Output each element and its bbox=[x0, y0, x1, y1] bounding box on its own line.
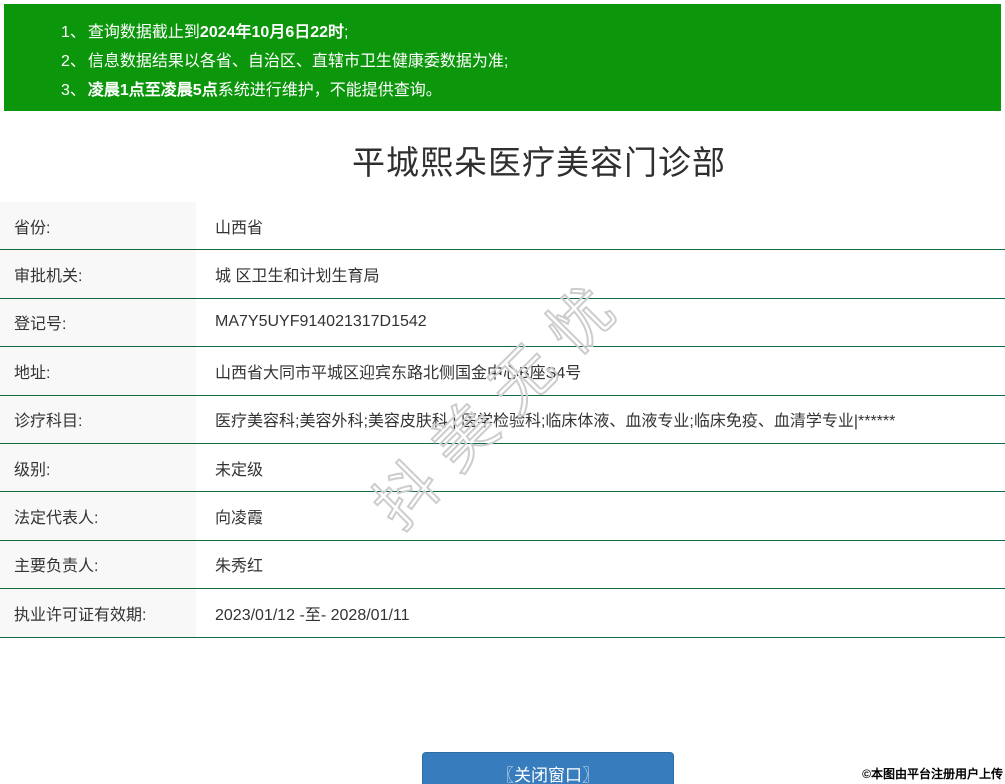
row-value: 医疗美容科;美容外科;美容皮肤科 | 医学检验科;临床体液、血液专业;临床免疫、… bbox=[196, 395, 1005, 443]
row-value: 向凌霞 bbox=[196, 492, 1005, 540]
row-label: 登记号: bbox=[0, 298, 196, 347]
notice-text: 系统进行维护，不能提供查询。 bbox=[217, 82, 442, 99]
close-window-button[interactable]: 〖关闭窗口〗 bbox=[422, 752, 674, 784]
row-label: 法定代表人: bbox=[0, 492, 196, 540]
notice-text: ; bbox=[344, 24, 349, 41]
notice-text: 查询数据截止到 bbox=[87, 24, 200, 41]
notice-text: 凌晨1点至凌晨5点 bbox=[87, 82, 218, 99]
row-label: 审批机关: bbox=[0, 250, 196, 298]
license-query-page: 1、 查询数据截止到2024年10月6日22时; 2、 信息数据结果以各省、自治区、直… bbox=[0, 0, 1005, 784]
row-label: 地址: bbox=[0, 347, 196, 395]
notice-list: 1、 查询数据截止到2024年10月6日22时; 2、 信息数据结果以各省、自治区、直… bbox=[61, 18, 991, 105]
row-value: 山西省大同市平城区迎宾东路北侧国金中心B座S4号 bbox=[196, 347, 1005, 395]
notice-item: 1、 查询数据截止到2024年10月6日22时; bbox=[61, 18, 991, 47]
row-label: 级别: bbox=[0, 443, 196, 492]
notice-number: 1、 bbox=[61, 24, 86, 41]
table-row: 登记号: MA7Y5UYF914021317D1542 bbox=[0, 298, 1005, 348]
notice-number: 2、 bbox=[61, 53, 86, 70]
row-label: 诊疗科目: bbox=[0, 395, 196, 443]
notice-number: 3、 bbox=[61, 82, 86, 99]
row-value: 朱秀红 bbox=[196, 540, 1005, 589]
table-row: 级别: 未定级 bbox=[0, 443, 1005, 493]
row-value: 城 区卫生和计划生育局 bbox=[196, 250, 1005, 298]
notice-text: 2024年10月6日22时 bbox=[199, 24, 345, 41]
table-row: 执业许可证有效期: 2023/01/12 -至- 2028/01/11 bbox=[0, 589, 1005, 638]
notice-item: 3、 凌晨1点至凌晨5点系统进行维护，不能提供查询。 bbox=[61, 76, 991, 105]
table-row: 省份: 山西省 bbox=[0, 202, 1005, 251]
row-label: 省份: bbox=[0, 202, 196, 250]
row-label: 主要负责人: bbox=[0, 540, 196, 589]
license-info-table: 省份: 山西省 审批机关: 城 区卫生和计划生育局 登记号: MA7Y5UYF914021… bbox=[0, 202, 1005, 638]
copyright-note: ©本图由平台注册用户上传 bbox=[862, 767, 1003, 781]
row-value: 山西省 bbox=[196, 202, 1005, 250]
table-row: 主要负责人: 朱秀红 bbox=[0, 540, 1005, 590]
notice-banner: 1、 查询数据截止到2024年10月6日22时; 2、 信息数据结果以各省、自治区、直… bbox=[4, 4, 1001, 111]
table-row: 地址: 山西省大同市平城区迎宾东路北侧国金中心B座S4号 bbox=[0, 347, 1005, 396]
page-title: 平城熙朵医疗美容门诊部 bbox=[352, 144, 726, 181]
table-row: 诊疗科目: 医疗美容科;美容外科;美容皮肤科 | 医学检验科;临床体液、血液专业;… bbox=[0, 395, 1005, 444]
notice-text: 信息数据结果以各省、自治区、直辖市卫生健康委数据为准; bbox=[87, 53, 509, 70]
notice-item: 2、 信息数据结果以各省、自治区、直辖市卫生健康委数据为准; bbox=[61, 47, 991, 76]
row-value: 2023/01/12 -至- 2028/01/11 bbox=[196, 589, 1005, 637]
table-row: 审批机关: 城 区卫生和计划生育局 bbox=[0, 250, 1005, 299]
row-label: 执业许可证有效期: bbox=[0, 589, 196, 637]
row-value: MA7Y5UYF914021317D1542 bbox=[196, 298, 1005, 347]
table-row: 法定代表人: 向凌霞 bbox=[0, 492, 1005, 541]
row-value: 未定级 bbox=[196, 443, 1005, 492]
